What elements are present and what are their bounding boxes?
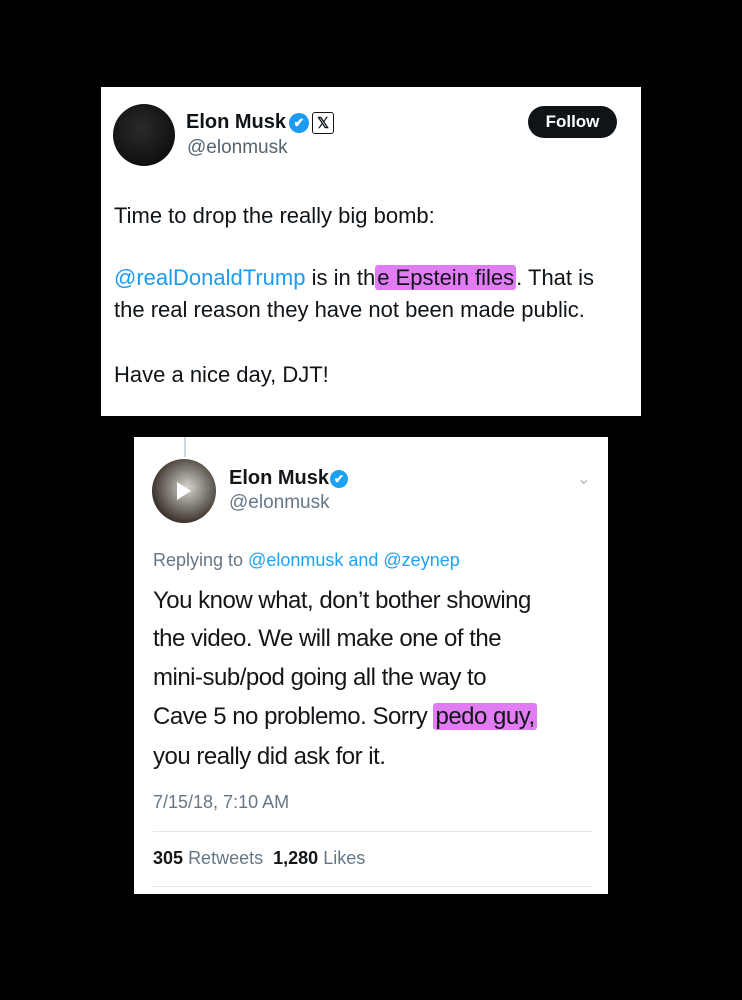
x-logo-icon: 𝕏 <box>312 112 334 134</box>
retweets-label[interactable]: Retweets <box>188 848 263 868</box>
author-handle[interactable]: @elonmusk <box>229 492 330 514</box>
tweet-text-segment: Cave 5 no problemo. Sorry <box>153 703 434 730</box>
tweet-text-line: you really did ask for it. <box>153 743 386 770</box>
play-icon <box>177 482 191 500</box>
avatar[interactable] <box>152 459 216 523</box>
tweet-text-line: Time to drop the really big bomb: <box>114 203 435 228</box>
tweet-text-line: @realDonaldTrump is in the Epstein files… <box>114 262 594 294</box>
tweet-text-segment: . That is <box>516 265 595 290</box>
mention-link[interactable]: @realDonaldTrump <box>114 265 305 290</box>
author-handle[interactable]: @elonmusk <box>187 137 288 159</box>
likes-label[interactable]: Likes <box>323 848 365 868</box>
highlighted-text-segment: Epstein files <box>395 265 515 290</box>
divider <box>153 831 593 832</box>
author-name[interactable]: Elon Musk <box>229 467 329 490</box>
tweet-text-segment: is in th <box>305 265 376 290</box>
author-name[interactable]: Elon Musk <box>186 111 286 134</box>
tweet-text-line: mini-sub/pod going all the way to <box>153 664 487 691</box>
thread-line <box>184 437 186 457</box>
tweet-card-top: Elon Musk ✔ 𝕏 @elonmusk Follow Time to d… <box>101 87 641 416</box>
divider <box>153 886 593 887</box>
verified-badge-icon: ✔ <box>289 113 309 133</box>
retweets-count[interactable]: 305 <box>153 848 183 868</box>
tweet-text-line: Cave 5 no problemo. Sorry pedo guy, <box>153 698 537 736</box>
tweet-text-line: Have a nice day, DJT! <box>114 362 329 387</box>
tweet-text-line: the video. We will make one of the <box>153 625 502 652</box>
highlighted-text-segment: e <box>377 265 396 290</box>
follow-button[interactable]: Follow <box>528 106 617 138</box>
verified-badge-icon: ✔ <box>330 470 348 488</box>
tweet-text-line: the real reason they have not been made … <box>114 297 585 322</box>
tweet-stats: 305 Retweets 1,280 Likes <box>153 848 365 869</box>
tweet-card-bottom: Elon Musk ✔ @elonmusk ⌄ Replying to @elo… <box>134 437 608 894</box>
tweet-timestamp[interactable]: 7/15/18, 7:10 AM <box>153 792 289 813</box>
likes-count[interactable]: 1,280 <box>273 848 318 868</box>
tweet-text-line: You know what, don’t bother showing <box>153 587 531 614</box>
replying-to-label: Replying to <box>153 550 249 570</box>
highlighted-text: pedo guy, <box>433 703 537 730</box>
highlighted-text: e Epstein files <box>375 265 517 290</box>
avatar[interactable] <box>113 104 175 166</box>
chevron-down-icon[interactable]: ⌄ <box>577 469 590 489</box>
reply-mentions-link[interactable]: @elonmusk and @zeynep <box>248 550 460 570</box>
replying-to: Replying to @elonmusk and @zeynep <box>153 550 460 571</box>
